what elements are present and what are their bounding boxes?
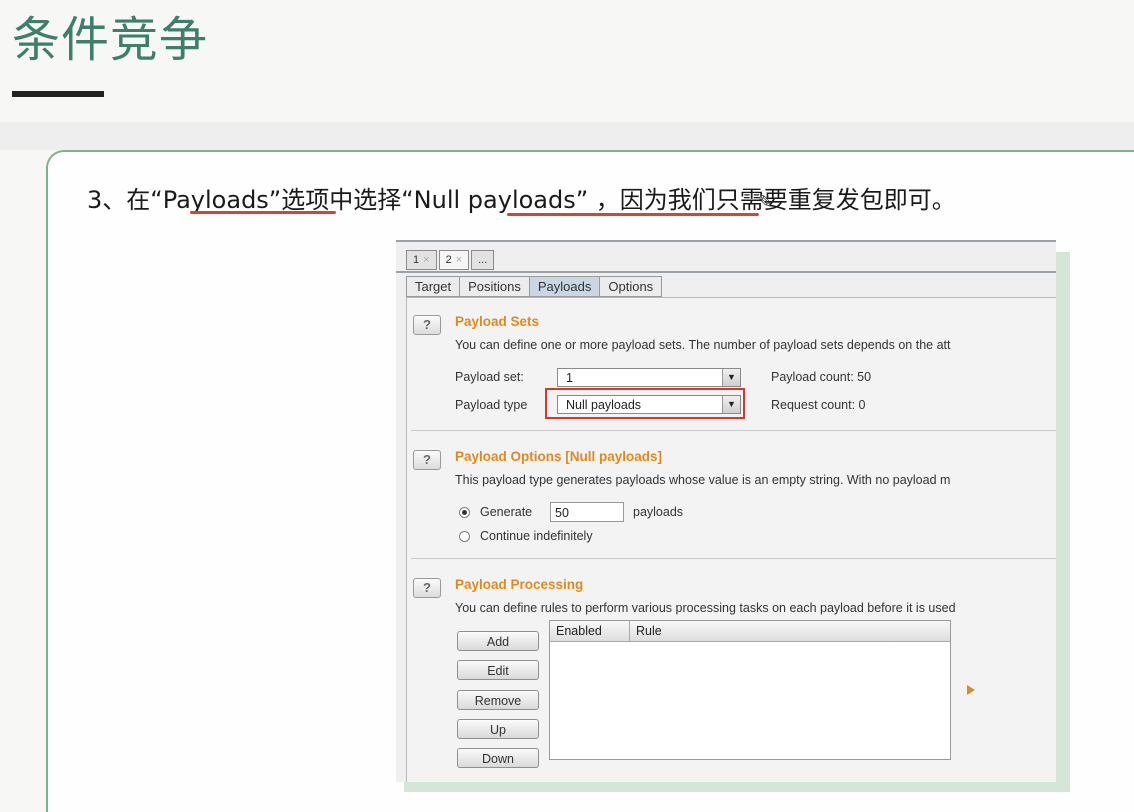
down-button[interactable]: Down [457, 748, 539, 768]
up-button[interactable]: Up [457, 719, 539, 739]
attack-number-tabs: 1 × 2 × ... [406, 250, 495, 270]
continue-indefinitely-radio[interactable] [459, 531, 470, 542]
payload-set-select[interactable]: 1 ▼ [557, 368, 741, 387]
payloads-underline [190, 211, 336, 214]
remove-button[interactable]: Remove [457, 690, 539, 710]
pen-cursor-icon: ✎ [758, 192, 774, 213]
continue-indefinitely-label: Continue indefinitely [480, 529, 593, 543]
slide-title: 条件竞争 [12, 12, 209, 68]
tab-payloads[interactable]: Payloads [529, 276, 601, 297]
payload-options-title: Payload Options [Null payloads] [455, 449, 663, 464]
help-icon[interactable]: ? [413, 450, 441, 470]
processing-rules-table[interactable]: Enabled Rule [549, 620, 951, 760]
header-band [0, 122, 1134, 150]
attack-tab-1[interactable]: 1 × [406, 250, 437, 270]
close-icon[interactable]: × [423, 254, 429, 266]
payload-sets-description: You can define one or more payload sets.… [455, 338, 951, 352]
section-divider [411, 558, 1056, 559]
add-button[interactable]: Add [457, 631, 539, 651]
burp-intruder-screenshot: 1 × 2 × ... Target Positions Payloads Opti… [396, 240, 1056, 782]
instruction-text: 3、在“Payloads”选项中选择“Null payloads” ，因为我们只… [87, 186, 956, 214]
request-count: Request count: 0 [771, 398, 866, 412]
attack-tab-new[interactable]: ... [471, 250, 495, 270]
tab-target[interactable]: Target [406, 276, 461, 297]
generate-label: Generate [480, 505, 533, 519]
help-icon[interactable]: ? [413, 315, 441, 335]
attack-tab-2-label: 2 [445, 254, 452, 266]
title-underline-bar [12, 91, 104, 97]
payloads-panel: ? Payload Sets You can define one or mor… [406, 297, 1056, 782]
payload-type-select[interactable]: Null payloads ▼ [557, 395, 741, 414]
column-header-rule[interactable]: Rule [630, 621, 950, 641]
tab-separator [396, 271, 1056, 273]
attack-tab-1-label: 1 [413, 254, 420, 266]
table-header: Enabled Rule [550, 621, 950, 642]
attack-tab-2[interactable]: 2 × [438, 250, 470, 270]
close-icon[interactable]: × [456, 254, 462, 266]
payload-processing-title: Payload Processing [455, 577, 584, 592]
help-icon[interactable]: ? [413, 578, 441, 598]
payload-count: Payload count: 50 [771, 370, 872, 384]
tab-positions[interactable]: Positions [460, 276, 530, 297]
payload-processing-description: You can define rules to perform various … [455, 601, 956, 615]
tab-options[interactable]: Options [600, 276, 663, 297]
null-payloads-underline [507, 213, 759, 216]
generate-radio[interactable] [459, 507, 470, 518]
payloads-suffix: payloads [633, 505, 684, 519]
chevron-down-icon: ▼ [722, 396, 740, 413]
section-divider [411, 430, 1056, 431]
edit-button[interactable]: Edit [457, 660, 539, 680]
generate-count-input[interactable]: 50 [550, 502, 624, 522]
payload-type-label: Payload type [455, 398, 528, 412]
intruder-tabs: Target Positions Payloads Options [406, 276, 663, 297]
payload-sets-title: Payload Sets [455, 314, 540, 329]
payload-set-value: 1 [566, 371, 573, 385]
expand-arrow-icon[interactable] [967, 685, 975, 695]
column-header-enabled[interactable]: Enabled [550, 621, 630, 641]
payload-options-description: This payload type generates payloads who… [455, 473, 951, 487]
attack-tab-new-label: ... [478, 254, 488, 266]
payload-type-value: Null payloads [566, 398, 642, 412]
payload-set-label: Payload set: [455, 370, 524, 384]
chevron-down-icon: ▼ [722, 369, 740, 386]
